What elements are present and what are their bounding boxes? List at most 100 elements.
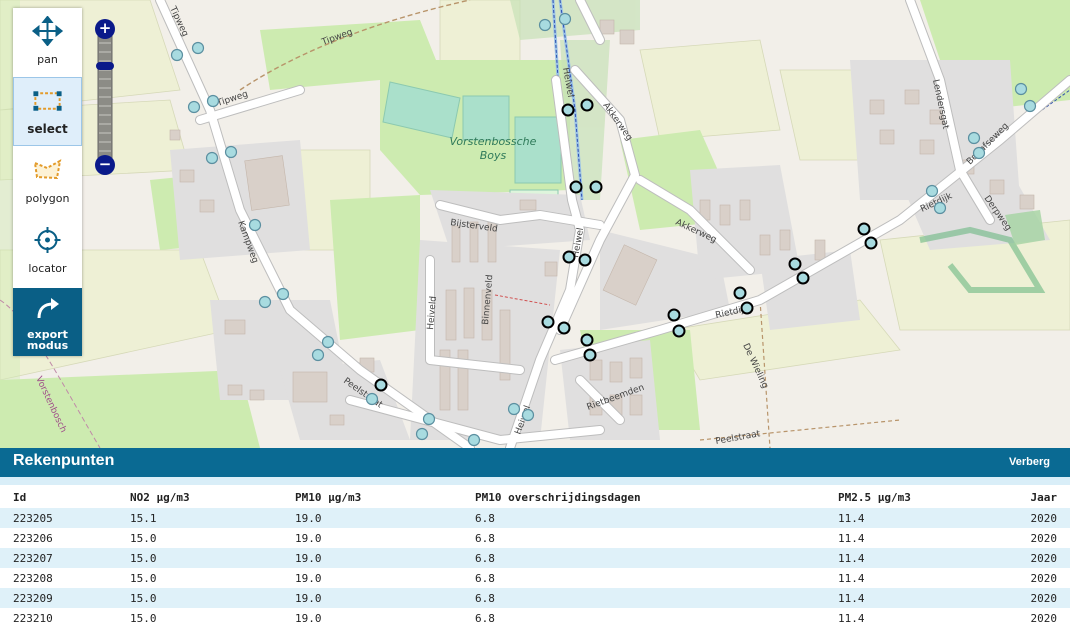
selected-marker [864, 236, 878, 250]
panel-header: Rekenpunten Verberg [0, 448, 1070, 477]
map-view[interactable]: Tipweg Tipweg Tipweg Kampweg Heiwel Akke… [0, 0, 1070, 448]
cell-pm10: 19.0 [295, 531, 322, 545]
map-marker [205, 151, 219, 165]
table-row[interactable]: 223208 15.0 19.0 6.8 11.4 2020 [0, 568, 1070, 588]
export-mode-button[interactable]: export modus [13, 288, 82, 356]
cell-id: 223205 [13, 511, 53, 525]
tool-panel: pan select polygon locator export modus [13, 8, 82, 356]
map-marker [972, 146, 986, 160]
cell-no2: 15.0 [130, 591, 157, 605]
cell-pm10-days: 6.8 [475, 551, 495, 565]
table-row[interactable]: 223210 15.0 19.0 6.8 11.4 2020 [0, 608, 1070, 628]
export-label-2: modus [26, 339, 69, 352]
map-marker [558, 12, 572, 26]
cell-year: 2020 [1030, 531, 1058, 545]
hide-panel-button[interactable]: Verberg [1009, 456, 1050, 468]
poi-label: Vorstenbossche [450, 135, 537, 148]
map-marker [224, 145, 238, 159]
selected-marker [740, 301, 754, 315]
selected-marker [580, 98, 594, 112]
cell-pm10-days: 6.8 [475, 531, 495, 545]
pan-icon [31, 16, 64, 46]
cell-pm10-days: 6.8 [475, 571, 495, 585]
selected-marker [580, 333, 594, 347]
map-marker [521, 408, 535, 422]
column-header-id[interactable]: Id [0, 487, 117, 508]
cell-pm25: 11.4 [838, 571, 865, 585]
cell-pm10: 19.0 [295, 571, 322, 585]
map-marker [467, 433, 481, 447]
cell-pm10: 19.0 [295, 611, 322, 625]
table-header-row: Id NO2 µg/m3 PM10 µg/m3 PM10 overschrijd… [0, 487, 1070, 508]
cell-pm25: 11.4 [838, 531, 865, 545]
cell-pm10: 19.0 [295, 591, 322, 605]
cell-pm10-days: 6.8 [475, 611, 495, 625]
cell-pm10: 19.0 [295, 511, 322, 525]
zoom-slider-handle[interactable] [96, 62, 114, 70]
map-marker [206, 94, 220, 108]
column-header-pm10[interactable]: PM10 µg/m3 [282, 487, 462, 508]
cell-pm10-days: 6.8 [475, 591, 495, 605]
cell-year: 2020 [1030, 571, 1058, 585]
map-marker [507, 402, 521, 416]
locator-tool-button[interactable]: locator [13, 217, 82, 286]
map-marker [191, 41, 205, 55]
cell-no2: 15.0 [130, 551, 157, 565]
selected-marker [667, 308, 681, 322]
cell-no2: 15.0 [130, 611, 157, 625]
selected-marker [557, 321, 571, 335]
selected-marker [589, 180, 603, 194]
pan-tool-button[interactable]: pan [13, 8, 82, 77]
table-row[interactable]: 223205 15.1 19.0 6.8 11.4 2020 [0, 508, 1070, 528]
map-marker [321, 335, 335, 349]
cell-id: 223210 [13, 611, 53, 625]
map-marker [538, 18, 552, 32]
map-marker [311, 348, 325, 362]
cell-no2: 15.1 [130, 511, 157, 525]
column-header-pm10-days[interactable]: PM10 overschrijdingsdagen [462, 487, 825, 508]
cell-year: 2020 [1030, 591, 1058, 605]
map-marker [248, 218, 262, 232]
column-header-no2[interactable]: NO2 µg/m3 [117, 487, 282, 508]
cell-year: 2020 [1030, 611, 1058, 625]
results-panel: Rekenpunten Verberg Id NO2 µg/m3 PM10 µg… [0, 448, 1070, 630]
cell-no2: 15.0 [130, 531, 157, 545]
locator-label: locator [28, 262, 67, 275]
cell-id: 223206 [13, 531, 53, 545]
cell-pm25: 11.4 [838, 591, 865, 605]
pan-label: pan [37, 53, 58, 66]
map-marker [1023, 99, 1037, 113]
table-row[interactable]: 223207 15.0 19.0 6.8 11.4 2020 [0, 548, 1070, 568]
zoom-control: + − [95, 19, 115, 175]
selected-marker [541, 315, 555, 329]
cell-no2: 15.0 [130, 571, 157, 585]
select-tool-button[interactable]: select [13, 77, 82, 146]
column-header-pm25[interactable]: PM2.5 µg/m3 [825, 487, 998, 508]
cell-id: 223209 [13, 591, 53, 605]
selected-marker [796, 271, 810, 285]
select-icon [33, 91, 62, 111]
panel-title: Rekenpunten [13, 452, 115, 469]
selected-marker [857, 222, 871, 236]
poi-label: Boys [480, 149, 507, 162]
map-marker [415, 427, 429, 441]
column-header-year[interactable]: Jaar [998, 487, 1070, 508]
polygon-tool-button[interactable]: polygon [13, 147, 82, 216]
cell-id: 223207 [13, 551, 53, 565]
results-table: Id NO2 µg/m3 PM10 µg/m3 PM10 overschrijd… [0, 487, 1070, 628]
map-marker [925, 184, 939, 198]
selected-marker [578, 253, 592, 267]
table-row[interactable]: 223206 15.0 19.0 6.8 11.4 2020 [0, 528, 1070, 548]
map-marker [276, 287, 290, 301]
zoom-out-button[interactable]: − [95, 155, 115, 175]
polygon-icon [33, 159, 62, 180]
cell-pm25: 11.4 [838, 611, 865, 625]
share-arrow-icon [37, 298, 59, 319]
selected-marker [733, 286, 747, 300]
zoom-in-button[interactable]: + [95, 19, 115, 39]
cell-year: 2020 [1030, 551, 1058, 565]
map-marker [365, 392, 379, 406]
table-row[interactable]: 223209 15.0 19.0 6.8 11.4 2020 [0, 588, 1070, 608]
map-marker [258, 295, 272, 309]
locator-icon [34, 227, 61, 253]
